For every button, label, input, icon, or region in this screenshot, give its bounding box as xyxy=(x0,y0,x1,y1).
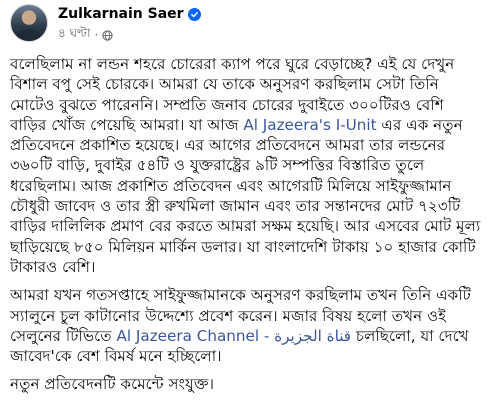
al-jazeera-i-unit-link[interactable]: Al Jazeera's I-Unit xyxy=(243,116,376,134)
post-paragraph-1: বলেছিলাম না লন্ডন শহরে চোরেরা ক্যাপ পরে … xyxy=(10,54,484,277)
post-paragraph-2: আমরা যখন গতসপ্তাহে সাইফুজ্জামানকে অনুসরণ… xyxy=(10,285,484,366)
post-body: বলেছিলাম না লন্ডন শহরে চোরেরা ক্যাপ পরে … xyxy=(10,54,484,395)
post-paragraph-3: নতুন প্রতিবেদনটি কমেন্টে সংযুক্ত। xyxy=(10,374,484,394)
post-subline: ৪ ঘণ্টা · xyxy=(58,25,201,45)
verified-badge-icon xyxy=(187,7,201,21)
meta-separator: · xyxy=(94,28,99,42)
globe-icon[interactable] xyxy=(102,29,113,41)
avatar-figure xyxy=(17,29,41,41)
author-avatar[interactable] xyxy=(10,4,48,42)
post-timestamp[interactable]: ৪ ঘণ্টা xyxy=(58,25,90,45)
author-row: Zulkarnain Saer xyxy=(58,6,201,22)
post-meta: Zulkarnain Saer ৪ ঘণ্টা · xyxy=(58,4,201,45)
paragraph-3-text: নতুন প্রতিবেদনটি কমেন্টে সংযুক্ত। xyxy=(10,375,215,394)
post-header: Zulkarnain Saer ৪ ঘণ্টা · xyxy=(10,0,484,54)
al-jazeera-channel-link[interactable]: Al Jazeera Channel - قناة الجزيرة xyxy=(116,327,351,345)
facebook-post: Zulkarnain Saer ৪ ঘণ্টা · বলেছিলাম না লন… xyxy=(0,0,494,401)
paragraph-1-text-b: এর এক নতুন প্রতিবেদনে প্রকাশিত হয়েছে। এ… xyxy=(10,115,481,276)
author-name[interactable]: Zulkarnain Saer xyxy=(58,6,184,22)
